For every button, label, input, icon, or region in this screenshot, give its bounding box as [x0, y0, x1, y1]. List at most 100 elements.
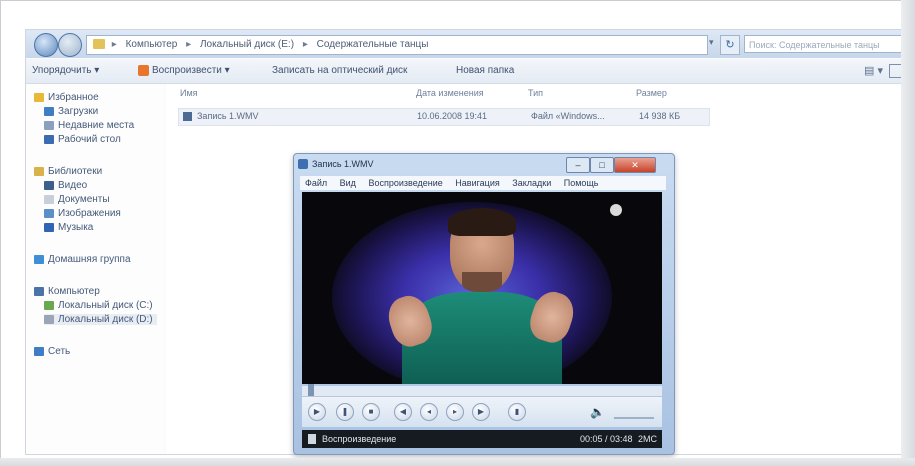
drive-icon	[44, 314, 54, 324]
sidebar-item-music[interactable]: Музыка	[44, 222, 93, 233]
playback-controls: ▶ ❚ ■ ◀ ◂ ▸ ▶ ▮ 🔈	[302, 397, 662, 427]
file-date: 10.06.2008 19:41	[417, 111, 488, 121]
breadcrumb-item[interactable]: Локальный диск (E:)	[200, 39, 294, 50]
sidebar-item-label: Библиотеки	[48, 166, 103, 177]
status-bar: Воспроизведение 00:05 / 03:48 2MC	[302, 430, 662, 448]
rewind-icon[interactable]: ◂	[420, 403, 438, 421]
breadcrumb-separator: ▸	[186, 39, 192, 50]
stop-icon[interactable]: ■	[362, 403, 380, 421]
sidebar-item-label: Избранное	[48, 92, 99, 103]
sidebar-item-label: Локальный диск (D:)	[58, 314, 153, 325]
play-button-label: Воспроизвести ▾	[152, 65, 230, 77]
next-icon[interactable]: ▶	[472, 403, 490, 421]
play-button[interactable]: Воспроизвести ▾	[138, 65, 230, 76]
burn-button[interactable]: Записать на оптический диск	[272, 65, 407, 76]
play-icon	[138, 65, 149, 76]
sidebar-item-label: Загрузки	[58, 106, 99, 117]
sidebar-item-label: Недавние места	[58, 120, 135, 131]
maximize-button[interactable]: □	[590, 157, 614, 173]
table-row[interactable]: Запись 1.WMV 10.06.2008 19:41 Файл «Wind…	[178, 108, 710, 126]
breadcrumb-separator: ▸	[302, 39, 308, 50]
document-icon	[44, 194, 54, 204]
previous-icon[interactable]: ◀	[394, 403, 412, 421]
network-icon	[34, 346, 44, 356]
sidebar-item-pictures[interactable]: Изображения	[44, 208, 121, 219]
right-shadow	[901, 0, 915, 466]
refresh-icon[interactable]: ↻	[720, 35, 740, 55]
channel-logo	[610, 204, 622, 216]
play-pause-icon[interactable]: ▶	[308, 403, 326, 421]
pause-icon[interactable]: ❚	[336, 403, 354, 421]
chevron-down-icon[interactable]: ▾	[709, 37, 714, 48]
sidebar-item-label: Сеть	[48, 346, 71, 357]
star-icon	[34, 92, 44, 102]
menu-navigation[interactable]: Навигация	[455, 178, 499, 188]
media-player-icon	[298, 159, 308, 169]
person-hair	[448, 208, 516, 236]
breadcrumb-item[interactable]: Содержательные танцы	[317, 39, 429, 50]
person-beard	[462, 272, 502, 292]
video-icon	[44, 180, 54, 190]
sidebar-item-video[interactable]: Видео	[44, 180, 87, 191]
sidebar-item-network[interactable]: Сеть	[34, 346, 70, 357]
breadcrumb[interactable]: ▸ Компьютер ▸ Локальный диск (E:) ▸ Соде…	[86, 35, 708, 55]
sidebar-item-label: Локальный диск (C:)	[58, 300, 153, 311]
media-player-window: Запись 1.WMV – □ ✕ Файл Вид Воспроизведе…	[293, 153, 675, 455]
video-file-icon	[183, 112, 192, 121]
close-button[interactable]: ✕	[614, 157, 656, 173]
column-header-type[interactable]: Тип	[528, 88, 543, 98]
seek-handle[interactable]	[308, 384, 314, 396]
search-input[interactable]: Поиск: Содержательные танцы	[744, 35, 906, 53]
address-bar: ▸ Компьютер ▸ Локальный диск (E:) ▸ Соде…	[26, 30, 911, 58]
sidebar-item-recent[interactable]: Недавние места	[44, 120, 134, 131]
sidebar-item-label: Видео	[58, 180, 88, 191]
homegroup-icon	[34, 254, 44, 264]
video-frame[interactable]	[302, 192, 662, 384]
sidebar-item-homegroup[interactable]: Домашняя группа	[34, 254, 131, 265]
sidebar-item-documents[interactable]: Документы	[44, 194, 110, 205]
volume-icon[interactable]: 🔈	[590, 405, 605, 419]
organize-button[interactable]: Упорядочить ▾	[32, 65, 99, 76]
sidebar-item-label: Документы	[58, 194, 110, 205]
sidebar-item-drive-d[interactable]: Локальный диск (D:)	[44, 314, 157, 325]
command-bar: Упорядочить ▾ Воспроизвести ▾ Записать н…	[26, 59, 911, 84]
status-text: Воспроизведение	[322, 434, 397, 444]
menu-file[interactable]: Файл	[305, 178, 327, 188]
fast-forward-icon[interactable]: ▸	[446, 403, 464, 421]
sidebar-item-desktop[interactable]: Рабочий стол	[44, 134, 121, 145]
library-icon	[34, 166, 44, 176]
music-icon	[44, 222, 54, 232]
sidebar-item-label: Домашняя группа	[48, 254, 131, 265]
bottom-shadow	[0, 458, 915, 466]
column-header-date[interactable]: Дата изменения	[416, 88, 484, 98]
minimize-button[interactable]: –	[566, 157, 590, 173]
breadcrumb-item[interactable]: Компьютер	[126, 39, 178, 50]
column-header-name[interactable]: Имя	[180, 88, 198, 98]
sidebar-item-drive-c[interactable]: Локальный диск (C:)	[44, 300, 153, 311]
playback-time: 00:05 / 03:48	[580, 434, 633, 444]
new-folder-button[interactable]: Новая папка	[456, 65, 514, 76]
menu-help[interactable]: Помощь	[564, 178, 599, 188]
sidebar-item-downloads[interactable]: Загрузки	[44, 106, 98, 117]
sidebar-item-favorites[interactable]: Избранное	[34, 92, 99, 103]
column-header-size[interactable]: Размер	[636, 88, 667, 98]
navigation-pane: Избранное Загрузки Недавние места Рабочи…	[26, 84, 164, 454]
menu-bookmarks[interactable]: Закладки	[512, 178, 551, 188]
screenshot-frame: ▸ Компьютер ▸ Локальный диск (E:) ▸ Соде…	[0, 0, 913, 464]
sidebar-item-label: Рабочий стол	[58, 134, 121, 145]
frame-step-icon[interactable]: ▮	[508, 403, 526, 421]
drive-icon	[44, 300, 54, 310]
sidebar-item-label: Музыка	[58, 222, 94, 233]
status-ext: 2MC	[638, 434, 658, 444]
player-title: Запись 1.WMV	[312, 159, 374, 169]
sidebar-item-computer[interactable]: Компьютер	[34, 286, 100, 297]
back-button[interactable]	[34, 33, 58, 57]
seek-bar[interactable]	[302, 384, 662, 397]
forward-button[interactable]	[58, 33, 82, 57]
menu-view[interactable]: Вид	[340, 178, 356, 188]
volume-slider[interactable]	[614, 409, 654, 419]
view-options-icon[interactable]: ▤ ▾	[864, 64, 883, 77]
menu-playback[interactable]: Воспроизведение	[368, 178, 442, 188]
desktop-icon	[44, 134, 54, 144]
sidebar-item-libraries[interactable]: Библиотеки	[34, 166, 102, 177]
